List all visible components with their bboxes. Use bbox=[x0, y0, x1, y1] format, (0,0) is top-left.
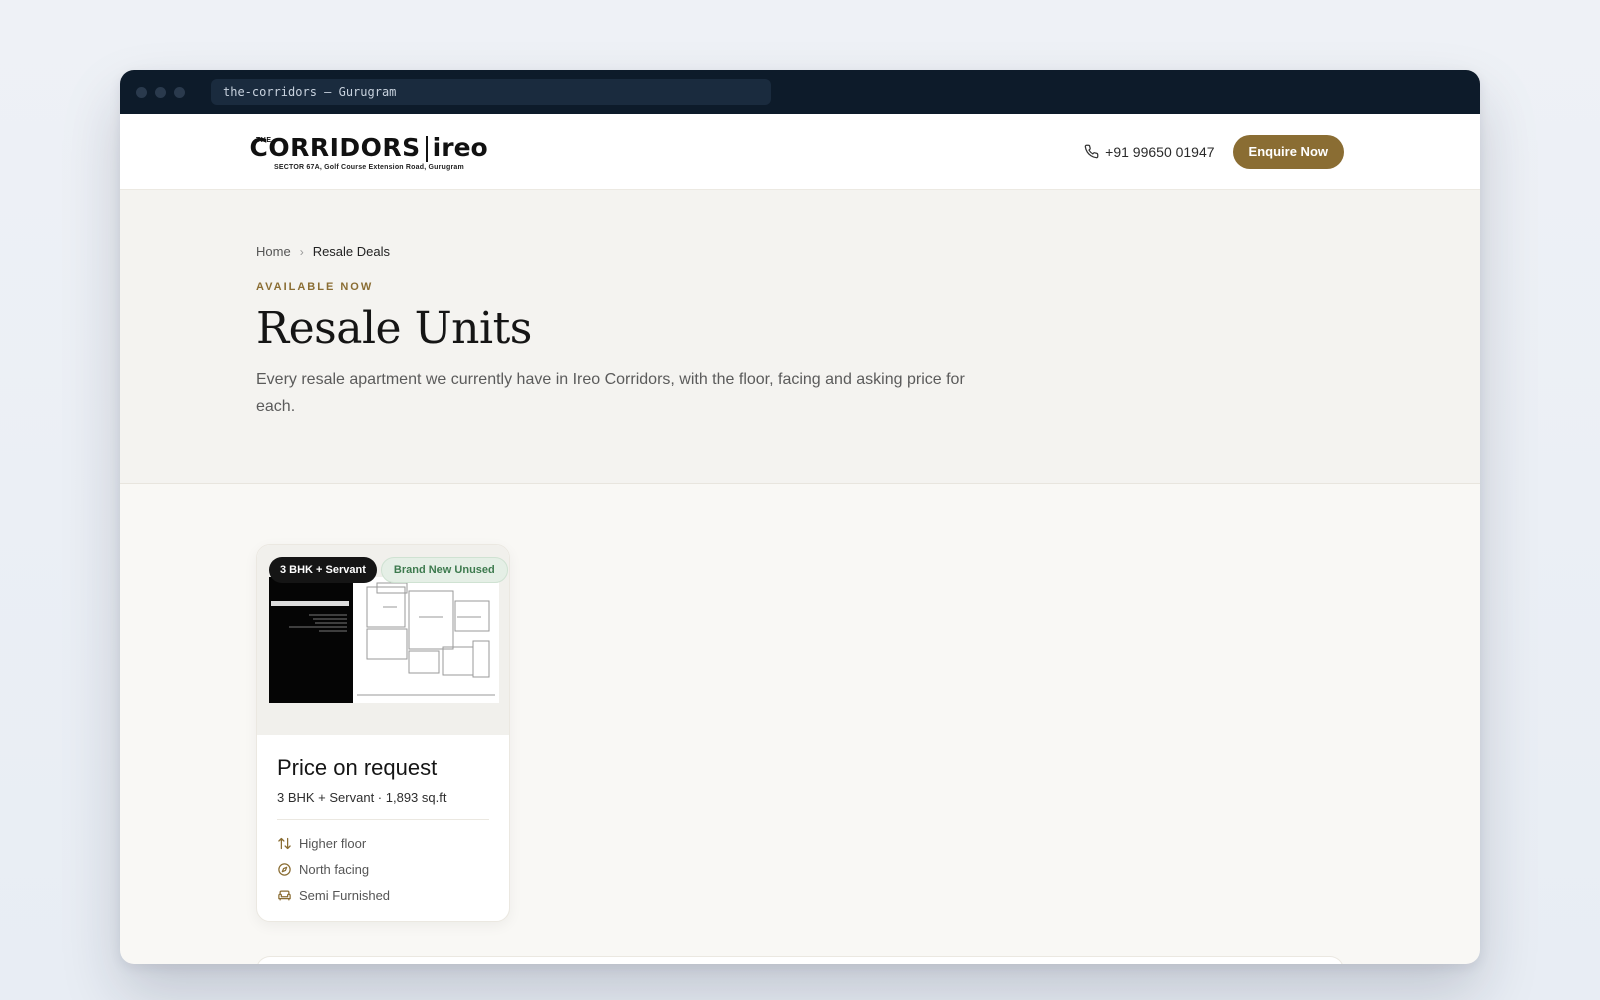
next-section-card bbox=[256, 956, 1344, 964]
floor-plan-legend bbox=[269, 577, 353, 703]
unit-type-badge: 3 BHK + Servant bbox=[269, 557, 377, 583]
breadcrumb: Home › Resale Deals bbox=[256, 244, 1344, 259]
facing-feature: North facing bbox=[277, 862, 369, 877]
breadcrumb-home[interactable]: Home bbox=[256, 244, 291, 259]
listing-badges: 3 BHK + Servant Brand New Unused bbox=[269, 557, 508, 583]
listing-features: Higher floor North facing Semi Furnished bbox=[277, 836, 489, 903]
floor-plan-image[interactable] bbox=[269, 577, 499, 703]
listing-body: Price on request 3 BHK + Servant · 1,893… bbox=[257, 735, 509, 921]
window-dot-minimize[interactable] bbox=[155, 86, 166, 98]
floor-label: Higher floor bbox=[299, 836, 367, 851]
floor-plan-drawing bbox=[353, 577, 499, 703]
furnishing-label: Semi Furnished bbox=[299, 888, 391, 903]
facing-label: North facing bbox=[299, 862, 370, 877]
furnishing-feature: Semi Furnished bbox=[277, 888, 390, 903]
window-dot-maximize[interactable] bbox=[174, 86, 185, 98]
window-dot-close[interactable] bbox=[136, 86, 147, 98]
title-bar: the-corridors — Gurugram bbox=[120, 70, 1480, 114]
phone-icon bbox=[1084, 144, 1099, 159]
listing-price: Price on request bbox=[277, 755, 438, 780]
site-logo[interactable]: THE CORRIDORS ireo SECTOR 67A, Golf Cour… bbox=[250, 132, 488, 171]
arrows-up-down-icon bbox=[278, 837, 291, 850]
address-bar[interactable]: the-corridors — Gurugram bbox=[211, 79, 771, 105]
compass-icon bbox=[278, 863, 291, 876]
listings-section: 3 BHK + Servant Brand New Unused Price o… bbox=[120, 484, 1480, 964]
sofa-icon bbox=[278, 890, 291, 901]
header-actions: +91 99650 01947 Enquire Now bbox=[1084, 134, 1344, 169]
logo-tagline: SECTOR 67A, Golf Course Extension Road, … bbox=[274, 163, 464, 171]
listing-specs: 3 BHK + Servant · 1,893 sq.ft bbox=[277, 790, 489, 820]
logo-brand: ireo bbox=[432, 132, 488, 162]
hero-section: Home › Resale Deals AVAILABLE NOW Resale… bbox=[120, 190, 1480, 484]
page-description: Every resale apartment we currently have… bbox=[256, 371, 965, 415]
page-title: Resale Units bbox=[256, 303, 532, 354]
enquire-now-button[interactable]: Enquire Now bbox=[1232, 134, 1344, 169]
logo-the-text: THE bbox=[256, 136, 272, 144]
site-header: THE CORRIDORS ireo SECTOR 67A, Golf Cour… bbox=[120, 114, 1480, 190]
logo-wordmark: CORRIDORS bbox=[249, 132, 421, 162]
phone-number: +91 99650 01947 bbox=[1105, 143, 1215, 160]
breadcrumb-current: Resale Deals bbox=[312, 244, 391, 259]
eyebrow-label: AVAILABLE NOW bbox=[256, 281, 374, 293]
condition-badge: Brand New Unused bbox=[380, 557, 508, 583]
browser-window: the-corridors — Gurugram THE CORRIDORS i… bbox=[120, 70, 1480, 964]
floor-feature: Higher floor bbox=[277, 836, 366, 851]
listing-card[interactable]: 3 BHK + Servant Brand New Unused Price o… bbox=[256, 544, 510, 922]
phone-link[interactable]: +91 99650 01947 bbox=[1084, 143, 1215, 160]
logo-divider bbox=[425, 135, 428, 162]
listing-media: 3 BHK + Servant Brand New Unused bbox=[257, 545, 509, 735]
chevron-right-icon: › bbox=[299, 244, 304, 259]
